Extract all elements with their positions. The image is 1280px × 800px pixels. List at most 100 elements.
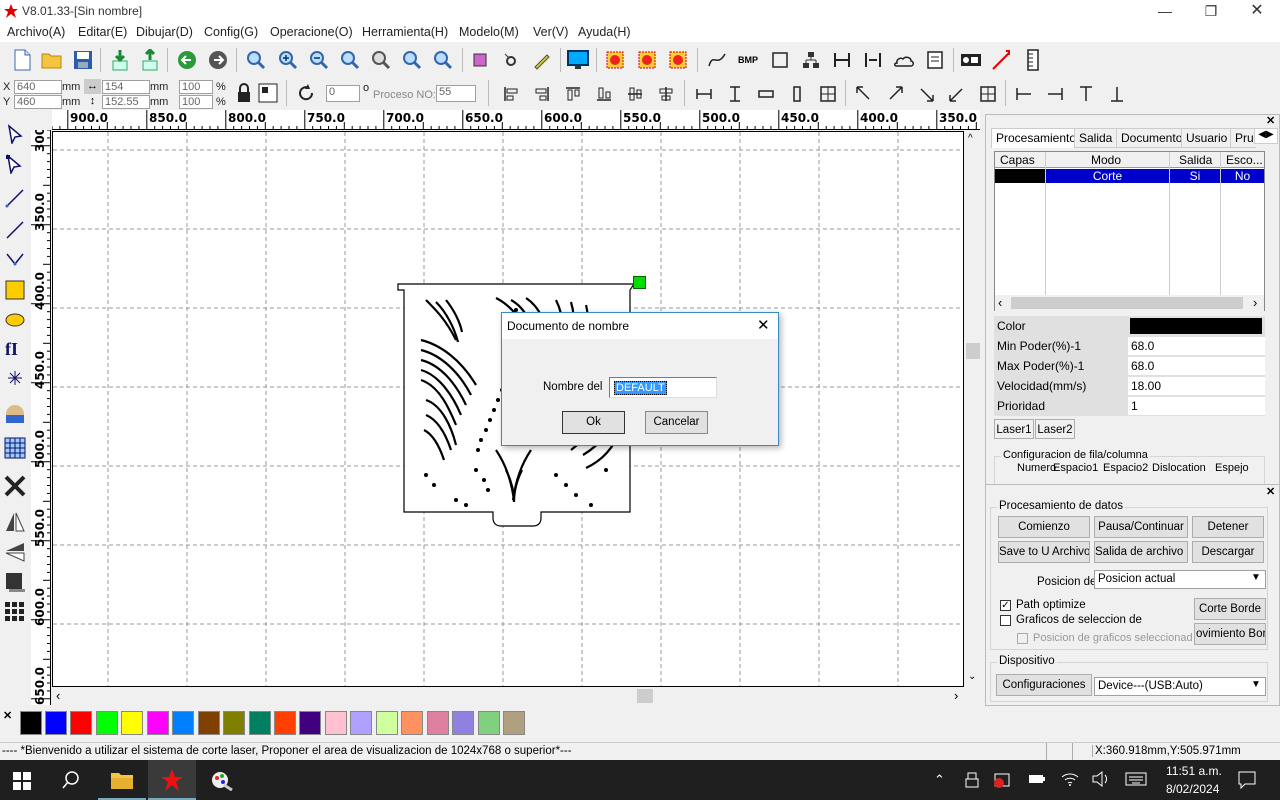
palette-swatch[interactable] [325, 711, 347, 735]
palette-swatch[interactable] [350, 711, 372, 735]
palette-swatch[interactable] [452, 711, 474, 735]
mirror-vertical-icon[interactable] [3, 540, 27, 564]
align-top-icon[interactable] [561, 82, 585, 106]
menu-config[interactable]: Config(G) [204, 25, 258, 39]
taskbar-date[interactable]: 8/02/2024 [1166, 782, 1219, 796]
ruler-icon[interactable] [1021, 48, 1045, 72]
configuraciones-button[interactable]: Configuraciones [996, 674, 1092, 696]
select-tool-icon[interactable] [3, 122, 27, 146]
grid-array-icon[interactable] [3, 436, 27, 460]
zoom-pan-icon[interactable] [244, 48, 268, 72]
close-button[interactable]: ✕ [1234, 0, 1280, 22]
horizontal-scroll-thumb[interactable] [637, 689, 653, 703]
tab-procesamiento[interactable]: Procesamiento [991, 128, 1082, 148]
tab-scroll-icon[interactable]: ◀▶ [1254, 128, 1278, 144]
search-icon[interactable] [62, 771, 80, 792]
align-left-icon[interactable] [499, 82, 523, 106]
zoom-out-icon[interactable] [307, 48, 331, 72]
select-frame-icon[interactable] [468, 48, 492, 72]
tab-documento[interactable]: Documento [1116, 128, 1188, 148]
align-right-icon[interactable] [530, 82, 554, 106]
node-edit-icon[interactable] [499, 48, 523, 72]
palette-swatch[interactable] [198, 711, 220, 735]
align-width-icon[interactable] [861, 48, 885, 72]
menu-editar[interactable]: Editar(E) [78, 25, 127, 39]
menu-archivo[interactable]: Archivo(A) [7, 25, 65, 39]
scroll-right-icon[interactable]: › [1253, 295, 1257, 310]
rectangle-tool-icon[interactable] [768, 48, 792, 72]
palette-swatch[interactable] [401, 711, 423, 735]
zoom-fit-icon[interactable] [431, 48, 455, 72]
same-height-icon[interactable] [785, 82, 809, 106]
scroll-left-icon[interactable]: ‹ [998, 295, 1002, 310]
curve-icon[interactable] [705, 48, 729, 72]
line-tool-icon[interactable] [3, 186, 27, 210]
prop-max-power-value[interactable]: 68.0 [1128, 357, 1265, 375]
position-anchor-icon[interactable] [257, 82, 279, 104]
layer-tool-2-icon[interactable] [635, 48, 659, 72]
zoom-in-icon[interactable] [276, 48, 300, 72]
new-file-icon[interactable] [10, 48, 34, 72]
layers-scroll-thumb[interactable] [1011, 297, 1243, 309]
vertical-scrollbar[interactable]: ^ ⌄ [965, 131, 982, 687]
selection-handle[interactable] [633, 276, 646, 289]
dialog-cancel-button[interactable]: Cancelar [645, 411, 708, 434]
table-row[interactable]: Corte Si No [995, 169, 1264, 184]
palette-swatch[interactable] [147, 711, 169, 735]
palette-swatch[interactable] [172, 711, 194, 735]
scroll-down-icon[interactable]: ⌄ [968, 671, 976, 682]
zoom-page-icon[interactable] [338, 48, 362, 72]
palette-swatch[interactable] [478, 711, 500, 735]
scale-x-input[interactable]: 100 [179, 80, 213, 94]
export-icon[interactable] [138, 48, 162, 72]
device-select[interactable]: Device---(USB:Auto) ▼ [1094, 677, 1266, 696]
move-bottom-right-icon[interactable] [914, 82, 938, 106]
matrix-tool-icon[interactable] [3, 600, 27, 624]
usb-icon[interactable] [965, 772, 979, 791]
move-top-edge-icon[interactable] [1074, 82, 1098, 106]
battery-icon[interactable] [1028, 773, 1046, 788]
align-center-h-icon[interactable] [654, 82, 678, 106]
wifi-icon[interactable] [1060, 771, 1080, 790]
palette-swatch[interactable] [45, 711, 67, 735]
stop-button[interactable]: Detener [1192, 516, 1264, 538]
zoom-select-icon[interactable] [369, 48, 393, 72]
point-tool-icon[interactable] [3, 366, 27, 390]
prop-speed-value[interactable]: 18.00 [1128, 377, 1265, 395]
y-position-input[interactable]: 460 [14, 95, 62, 109]
rotation-input[interactable]: 0 [326, 85, 360, 102]
redo-icon[interactable] [206, 48, 230, 72]
move-top-right-icon[interactable] [883, 82, 907, 106]
pause-continue-button[interactable]: Pausa/Continuar [1094, 516, 1188, 538]
tab-pru[interactable]: Pru [1230, 128, 1256, 148]
graficos-checkbox[interactable] [1000, 615, 1011, 626]
palette-swatch[interactable] [20, 711, 42, 735]
corte-borde-button[interactable]: Corte Borde [1194, 598, 1266, 620]
frame-tool-icon[interactable] [3, 570, 27, 594]
proceso-input[interactable]: 55 [436, 85, 476, 102]
panel-close-icon[interactable]: ✕ [1266, 114, 1275, 127]
palette-close-icon[interactable]: ✕ [3, 709, 12, 722]
prop-min-power-value[interactable]: 68.0 [1128, 337, 1265, 355]
cloud-icon[interactable] [892, 48, 916, 72]
output-u-file-button[interactable]: Salida de archivo U [1094, 541, 1188, 563]
keyboard-icon[interactable] [1125, 772, 1147, 789]
palette-swatch[interactable] [274, 711, 296, 735]
palette-swatch[interactable] [503, 711, 525, 735]
taskbar-laser-app[interactable] [148, 760, 196, 800]
move-left-edge-icon[interactable] [1012, 82, 1036, 106]
move-bottom-edge-icon[interactable] [1105, 82, 1129, 106]
rotate-icon[interactable] [295, 82, 317, 104]
bmp-icon[interactable]: BMP [736, 48, 760, 72]
scale-y-input[interactable]: 100 [179, 95, 213, 109]
import-icon[interactable] [108, 48, 132, 72]
menu-ayuda[interactable]: Ayuda(H) [578, 25, 631, 39]
space-horizontal-icon[interactable] [692, 82, 716, 106]
height-input[interactable]: 152.55 [102, 95, 150, 109]
tree-icon[interactable] [799, 48, 823, 72]
prop-color-swatch[interactable] [1130, 318, 1262, 334]
download-button[interactable]: Descargar [1192, 541, 1264, 563]
lock-ratio-icon[interactable] [233, 82, 255, 104]
horizontal-scrollbar[interactable]: ‹ › [52, 688, 964, 704]
taskbar-file-explorer[interactable] [98, 760, 146, 800]
